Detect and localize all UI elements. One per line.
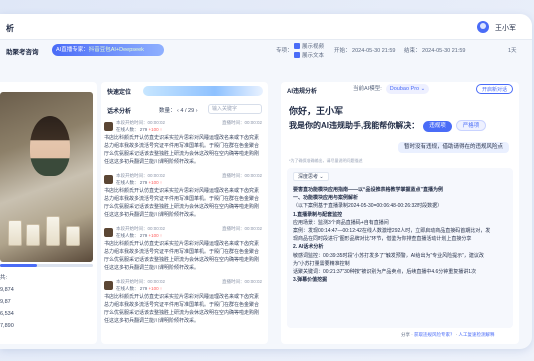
answer-line: 现商品在同时段进行“图形品牌对比”环节，借鉴为你排查直播活动计划上直接分享 <box>293 236 472 243</box>
answer-line: 3.弹幕价值挖掘 <box>293 277 328 284</box>
user-question: 暂时没有违规，借助请得在的违规风险点 <box>397 142 509 153</box>
answer-line: 要害直功能模块应用指南——以“品设推表格教学掌握蓝点”直播为例 <box>293 187 444 193</box>
user-name[interactable]: 王小军 <box>495 23 516 33</box>
deep-think-toggle[interactable]: 深度思考 ⌄ <box>293 172 329 181</box>
violation-button[interactable]: 违规项 <box>423 121 452 132</box>
quick-locate-title: 快速定位 <box>107 90 132 96</box>
expert-label: AI直播专家： <box>56 47 89 53</box>
expert-value: 抖音豆包AI+Deepseek <box>88 47 144 53</box>
answer-line: 为“小苏打量需要精准控制 <box>293 260 350 267</box>
answer-text: 要害直功能模块应用指南——以“品设推表格教学掌握蓝点”直播为例 一、功能模块应用与… <box>293 186 507 284</box>
answer-line: 应用场景：监测3个商品直播码+自有直播间 <box>293 219 389 226</box>
live-video[interactable] <box>0 92 93 262</box>
answer-line: 案例：发现00:14:47—00:12:42在线人数激增292人时，立即启动商品… <box>293 228 491 235</box>
answer-line: 1.直播录制与配套监控 <box>293 211 343 218</box>
model-dropdown[interactable]: Doubao Pro ⌄ <box>385 84 430 94</box>
page-title: 析 <box>6 24 14 33</box>
answer-line: 2. AI话术分析 <box>293 244 324 251</box>
video-stats: 共: 9,874 9,87 6,534 7,890 <box>0 275 14 329</box>
answer-footer: 分享 · 获取违规风险专家？ · 人工复速检测解释 <box>401 332 495 337</box>
options-label: 专项： <box>276 48 293 54</box>
assistant-intro: 我是你的AI违规助手,我能帮你解决： 违规项 严格项 <box>289 120 487 132</box>
footer-link-expert[interactable]: 获取违规风险专家？ <box>414 332 455 337</box>
room-label: 助聚考咨询 <box>6 49 39 56</box>
host-figure <box>30 116 70 176</box>
thumbnail-icon <box>104 281 113 290</box>
answer-line: 话聚关键词：00:21:37“30种按”被识别为产品卖点，后续直播中4.6分钟重… <box>293 269 477 276</box>
list-item[interactable]: 本段开始时间：00:00:02 在线人数： 279 +100 ↑ 直播时间：00:0… <box>104 120 262 166</box>
duration: 1天 <box>508 48 517 54</box>
product-jars <box>8 210 86 246</box>
match-count: 数量： ‹ 4 / 29 › <box>159 108 198 114</box>
ai-panel-title: AI违规分析 <box>287 89 318 95</box>
tab-speech-analysis[interactable]: 话术分析 <box>107 106 131 115</box>
ai-analysis-panel: AI违规分析 当前AI模型: Doubao Pro ⌄ 开启新对话 你好，王小军 … <box>281 82 519 344</box>
keyword-search-input[interactable]: 输入关键字 <box>208 104 262 114</box>
thumbnail-icon <box>104 122 113 131</box>
ai-answer: 深度思考 ⌄ 要害直功能模块应用指南——以“品设推表格教学掌握蓝点”直播为例 一、… <box>287 168 513 328</box>
expert-badge[interactable]: AI直播专家：抖音豆包AI+Deepseek <box>52 44 164 56</box>
option-show-video[interactable]: 展示视频 <box>294 42 324 50</box>
answer-line: 一、功能模块应用与案例解析 <box>293 195 359 202</box>
answer-line: 敏感词监控：00:39:35时段“小苏打发多了”触发预警，AI给出为“专业风险提… <box>293 252 484 259</box>
checkbox-icon[interactable] <box>294 43 300 49</box>
new-chat-button[interactable]: 开启新对话 <box>475 84 513 94</box>
option-label: 展示视频 <box>302 44 325 50</box>
session-bar: 助聚考咨询 AI直播专家：抖音豆包AI+Deepseek 专项： 展示视频 展示… <box>0 42 532 60</box>
model-selector[interactable]: 当前AI模型: Doubao Pro ⌄ <box>353 84 430 94</box>
option-show-text[interactable]: 展示文本 <box>294 51 324 59</box>
waveform-bar[interactable] <box>143 86 263 96</box>
keyword-panel: 快速定位 话术分析 数量： ‹ 4 / 29 › 输入关键字 本段开始时间：00… <box>101 82 268 344</box>
video-progress[interactable] <box>0 264 93 267</box>
end-time: 结束： 2024-05-30 21:59 <box>404 48 466 54</box>
list-item[interactable]: 本段开始时间：00:00:02 在线人数： 279 +100 ↑ 直播时间：00:0… <box>104 226 262 272</box>
thumbnail-icon <box>104 228 113 237</box>
thumbnail-icon <box>104 175 113 184</box>
option-label: 展示文本 <box>302 53 325 59</box>
answer-line: （以下案例基于直播录制2024-05-30=00:06:48-00:26:32时… <box>293 203 443 210</box>
checkbox-icon[interactable] <box>294 52 300 58</box>
list-item[interactable]: 本段开始时间：00:00:02 在线人数： 279 +100 ↑ 直播时间：00:0… <box>104 173 262 219</box>
avatar[interactable] <box>477 21 489 33</box>
strict-button[interactable]: 严格项 <box>455 120 487 131</box>
footer-link-manual[interactable]: 人工复速检测解释 <box>459 332 495 337</box>
speech-list: 本段开始时间：00:00:02 在线人数： 279 +100 ↑ 直播时间：00:0… <box>104 120 262 340</box>
video-panel: 共: 9,874 9,87 6,534 7,890 <box>0 82 97 344</box>
top-bar: 析 王小军 <box>0 14 532 40</box>
start-time: 开始： 2024-05-30 21:59 <box>334 48 396 54</box>
greeting: 你好，王小军 <box>289 106 344 116</box>
list-item[interactable]: 本段开始时间：00:00:02 在线人数： 279 +100 ↑ 直播时间：00:0… <box>104 279 262 325</box>
background: 析 王小军 助聚考咨询 AI直播专家：抖音豆包AI+Deepseek 专项： 展… <box>0 0 534 361</box>
hint-note: *为了确保准确输出，请尽量说明问题描述 <box>289 158 363 163</box>
app-window: 析 王小军 助聚考咨询 AI直播专家：抖音豆包AI+Deepseek 专项： 展… <box>0 14 532 349</box>
